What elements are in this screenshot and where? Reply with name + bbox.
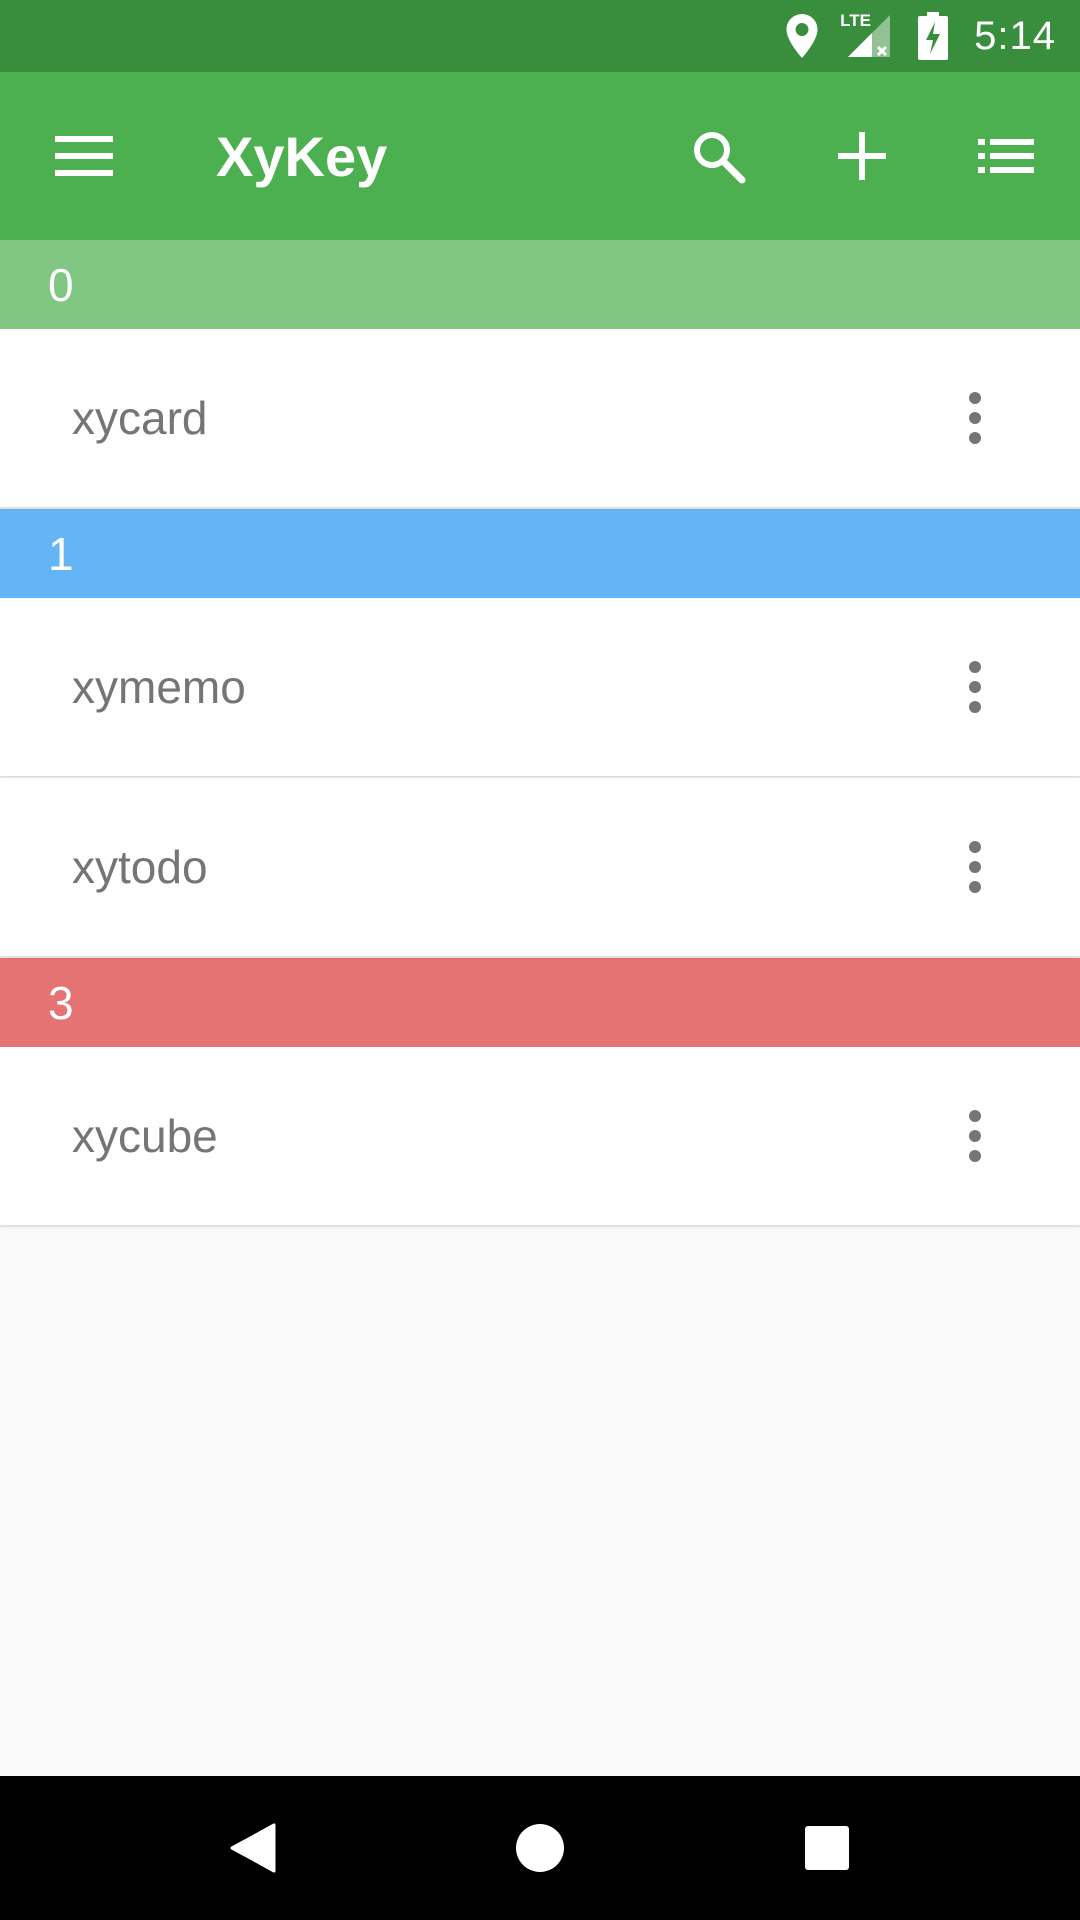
- app-title: XyKey: [216, 124, 388, 188]
- more-vert-icon[interactable]: [930, 627, 1020, 747]
- section-header-label: 0: [48, 258, 74, 311]
- list-item-xytodo[interactable]: xytodo: [0, 778, 1080, 956]
- list-item-xycard[interactable]: xycard: [0, 329, 1080, 507]
- grouped-list: 0 xycard 1 xymemo xytodo 3 xycube: [0, 240, 1080, 1227]
- list-item-label: xytodo: [72, 841, 208, 893]
- list-item-label: xycard: [72, 392, 208, 444]
- recents-icon[interactable]: [757, 1788, 897, 1908]
- status-time: 5:14: [974, 13, 1056, 58]
- home-icon[interactable]: [470, 1788, 610, 1908]
- location-icon: [786, 14, 818, 58]
- network-type-label: LTE: [840, 11, 871, 30]
- battery-charging-icon: [918, 12, 949, 60]
- list-item-label: xycube: [72, 1110, 218, 1162]
- list-item-xymemo[interactable]: xymemo: [0, 598, 1080, 776]
- navigation-bar: [0, 1776, 1080, 1920]
- menu-icon[interactable]: [42, 114, 126, 198]
- list-item-label: xymemo: [72, 661, 246, 713]
- more-vert-icon[interactable]: [930, 358, 1020, 478]
- back-icon[interactable]: [183, 1788, 323, 1908]
- section-header-label: 1: [48, 527, 74, 580]
- section-header-1: 1: [0, 509, 1080, 598]
- search-icon[interactable]: [668, 106, 768, 206]
- app-bar: XyKey: [0, 72, 1080, 240]
- status-bar: LTE 5:14: [0, 0, 1080, 72]
- more-vert-icon[interactable]: [930, 807, 1020, 927]
- lte-signal-icon: LTE: [840, 11, 896, 61]
- section-header-3: 3: [0, 958, 1080, 1047]
- section-header-0: 0: [0, 240, 1080, 329]
- more-vert-icon[interactable]: [930, 1076, 1020, 1196]
- list-view-icon[interactable]: [956, 106, 1056, 206]
- add-icon[interactable]: [812, 106, 912, 206]
- list-item-xycube[interactable]: xycube: [0, 1047, 1080, 1225]
- section-header-label: 3: [48, 976, 74, 1029]
